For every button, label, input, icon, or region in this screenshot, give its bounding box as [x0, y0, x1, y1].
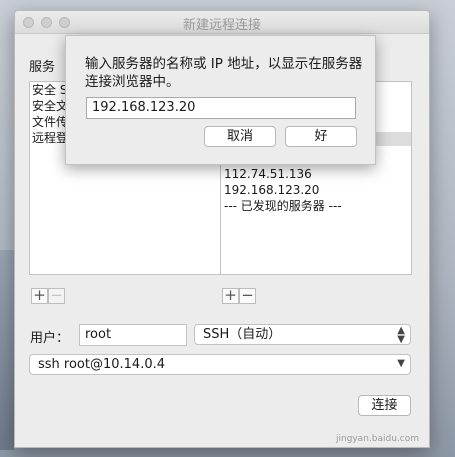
updown-chevron-icon: ▲ ▼: [397, 325, 405, 345]
server-item[interactable]: 112.74.51.136: [222, 166, 312, 182]
remove-server-button[interactable]: −: [239, 288, 256, 304]
server-item[interactable]: 192.168.123.20: [222, 182, 319, 198]
add-server-button[interactable]: +: [222, 288, 239, 304]
services-add-remove: + −: [31, 288, 65, 304]
title-bar[interactable]: 新建远程连接: [15, 11, 429, 34]
remove-service-button[interactable]: −: [48, 288, 65, 304]
ok-button[interactable]: 好: [285, 126, 357, 147]
watermark-text: jingyan.baidu.com: [335, 434, 419, 444]
server-address-sheet: 输入服务器的名称或 IP 地址，以显示在服务器连接浏览器中。 192.168.1…: [65, 35, 376, 165]
protocol-selected-value: SSH（自动）: [203, 327, 282, 342]
sheet-prompt: 输入服务器的名称或 IP 地址，以显示在服务器连接浏览器中。: [85, 56, 363, 90]
connect-button[interactable]: 连接: [358, 395, 411, 416]
user-label: 用户：: [30, 331, 70, 346]
cancel-button[interactable]: 取消: [204, 126, 276, 147]
command-combo[interactable]: ssh root@10.14.0.4 ▼: [29, 354, 411, 375]
discovered-servers-separator: --- 已发现的服务器 ---: [224, 199, 342, 213]
user-field[interactable]: root: [79, 324, 187, 346]
desktop-mountain-edge: [0, 250, 14, 450]
add-service-button[interactable]: +: [31, 288, 48, 304]
servers-add-remove: + −: [222, 288, 256, 304]
chevron-down-icon[interactable]: ▼: [397, 359, 405, 369]
services-label: 服务: [29, 60, 56, 75]
command-value: ssh root@10.14.0.4: [38, 357, 166, 372]
protocol-select[interactable]: SSH（自动） ▲ ▼: [194, 324, 411, 345]
server-address-input[interactable]: 192.168.123.20: [86, 97, 356, 119]
window-title: 新建远程连接: [182, 18, 261, 33]
